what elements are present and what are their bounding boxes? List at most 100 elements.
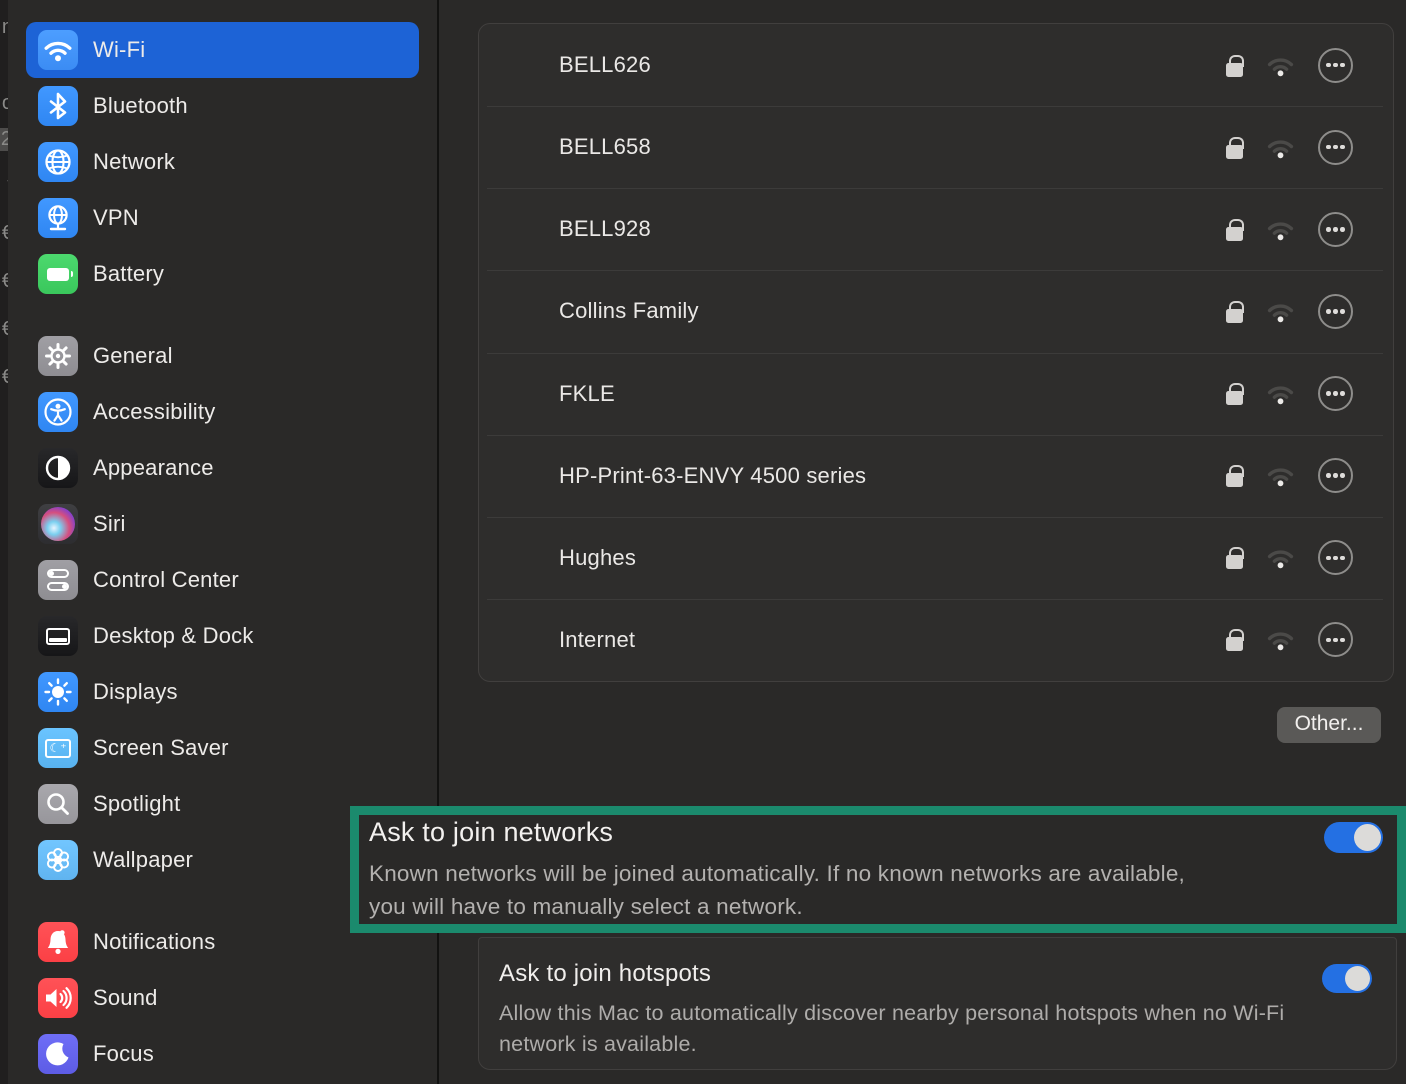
- lock-icon: [1226, 383, 1245, 406]
- focus-moon-icon: [38, 1034, 78, 1074]
- network-name: HP-Print-63-ENVY 4500 series: [559, 462, 867, 488]
- background-window-edge: n o 2 \ € € € €: [0, 0, 8, 1084]
- appearance-icon: [38, 448, 78, 488]
- network-row-icons: [1226, 211, 1353, 247]
- sidebar-item-label: Control Center: [93, 567, 239, 592]
- background-text-fragment: €: [1, 270, 8, 292]
- background-text-fragment: \: [7, 178, 8, 201]
- wifi-signal-icon: [1267, 304, 1294, 323]
- siri-icon: [38, 504, 78, 544]
- sidebar-item-appearance[interactable]: Appearance: [26, 440, 419, 496]
- more-options-button[interactable]: [1318, 540, 1353, 576]
- wifi-signal-icon: [1267, 140, 1294, 158]
- background-text-fragment: €: [1, 222, 8, 244]
- sidebar-item-displays[interactable]: Displays: [26, 664, 419, 720]
- network-row-icons: [1226, 129, 1353, 165]
- more-options-button[interactable]: [1318, 211, 1353, 247]
- network-row[interactable]: Internet: [479, 598, 1393, 681]
- network-name: Internet: [559, 626, 636, 652]
- network-row-icons: [1226, 540, 1353, 576]
- background-text-fragment: n: [1, 16, 8, 38]
- spotlight-magnifier-icon: [38, 784, 78, 824]
- sidebar-item-siri[interactable]: Siri: [26, 496, 419, 552]
- sidebar-item-screen-saver[interactable]: ☾⁺ Screen Saver: [26, 720, 419, 776]
- more-options-button[interactable]: [1318, 376, 1353, 412]
- lock-icon: [1226, 465, 1245, 488]
- sidebar-item-label: Focus: [93, 1041, 154, 1066]
- sound-speaker-icon: [38, 978, 78, 1018]
- vpn-globe-icon: [38, 198, 78, 238]
- network-row[interactable]: Collins Family: [479, 270, 1393, 352]
- accessibility-icon: [38, 392, 78, 432]
- toggle-knob: [1354, 824, 1381, 851]
- sidebar-item-desktop-dock[interactable]: Desktop & Dock: [26, 608, 419, 664]
- lock-icon: [1226, 629, 1245, 652]
- network-row[interactable]: BELL928: [479, 188, 1393, 270]
- lock-icon: [1226, 547, 1245, 570]
- desktop-dock-icon: [38, 616, 78, 656]
- sidebar-item-network[interactable]: Network: [26, 134, 419, 190]
- sidebar-item-label: Displays: [93, 679, 178, 704]
- network-row[interactable]: FKLE: [479, 352, 1393, 435]
- network-row[interactable]: BELL658: [479, 106, 1393, 188]
- ask-to-join-networks-annotated-row: Ask to join networks Known networks will…: [350, 806, 1406, 933]
- wifi-signal-icon: [1267, 468, 1294, 487]
- background-text-fragment: o: [1, 92, 8, 114]
- network-row-icons: [1226, 622, 1353, 658]
- wifi-signal-icon: [1267, 57, 1294, 76]
- lock-icon: [1226, 300, 1245, 323]
- ask-to-join-networks-toggle[interactable]: [1324, 822, 1383, 853]
- wifi-signal-icon: [1267, 550, 1294, 569]
- network-name: Hughes: [559, 544, 637, 570]
- network-row[interactable]: Hughes: [479, 516, 1393, 599]
- network-row-icons: [1226, 47, 1353, 83]
- battery-icon: [38, 254, 78, 294]
- network-row[interactable]: HP-Print-63-ENVY 4500 series: [479, 434, 1393, 517]
- sidebar-item-label: Network: [93, 149, 176, 174]
- toggle-knob: [1345, 966, 1370, 991]
- sidebar-item-label: Wi-Fi: [93, 37, 146, 62]
- sidebar-item-label: VPN: [93, 205, 139, 230]
- ask-to-join-hotspots-toggle[interactable]: [1322, 964, 1372, 993]
- sidebar-item-label: Appearance: [93, 455, 214, 480]
- sidebar-item-sound[interactable]: Sound: [26, 970, 419, 1026]
- lock-icon: [1226, 218, 1245, 241]
- displays-sun-icon: [38, 672, 78, 712]
- sidebar-item-label: Siri: [93, 511, 126, 536]
- more-options-button[interactable]: [1318, 458, 1353, 494]
- network-row-icons: [1226, 376, 1353, 412]
- sidebar-item-vpn[interactable]: VPN: [26, 190, 419, 246]
- ask-to-join-hotspots-title: Ask to join hotspots: [499, 960, 712, 987]
- sidebar-item-battery[interactable]: Battery: [26, 246, 419, 302]
- ask-to-join-hotspots-row: Ask to join hotspots Allow this Mac to a…: [478, 937, 1397, 1070]
- more-options-button[interactable]: [1318, 129, 1353, 165]
- network-name: BELL658: [559, 134, 651, 160]
- wifi-icon: [38, 30, 78, 70]
- wifi-network-list: BELL626 BELL658 BELL928 Collins Family F…: [478, 23, 1394, 682]
- wifi-signal-icon: [1267, 632, 1294, 651]
- network-row-icons: [1226, 293, 1353, 329]
- sidebar-item-label: Bluetooth: [93, 93, 188, 118]
- sidebar-item-general[interactable]: General: [26, 328, 419, 384]
- more-options-button[interactable]: [1318, 47, 1353, 83]
- network-globe-icon: [38, 142, 78, 182]
- more-options-button[interactable]: [1318, 293, 1353, 329]
- other-network-button[interactable]: Other...: [1277, 707, 1381, 743]
- sidebar-item-focus[interactable]: Focus: [26, 1026, 419, 1082]
- sidebar-item-label: Sound: [93, 985, 158, 1010]
- sidebar-item-label: Wallpaper: [93, 847, 194, 872]
- network-row[interactable]: BELL626: [479, 24, 1393, 106]
- sidebar-item-label: Notifications: [93, 929, 216, 954]
- sidebar-item-accessibility[interactable]: Accessibility: [26, 384, 419, 440]
- network-row-icons: [1226, 458, 1353, 494]
- more-options-button[interactable]: [1318, 622, 1353, 658]
- sidebar-item-wi-fi[interactable]: Wi-Fi: [26, 22, 419, 78]
- lock-icon: [1226, 136, 1245, 159]
- sidebar-item-bluetooth[interactable]: Bluetooth: [26, 78, 419, 134]
- sidebar-item-control-center[interactable]: Control Center: [26, 552, 419, 608]
- ask-to-join-networks-title: Ask to join networks: [369, 817, 614, 847]
- wifi-signal-icon: [1267, 386, 1294, 405]
- ask-to-join-networks-description: Known networks will be joined automatica…: [369, 861, 1185, 919]
- background-text-fragment: €: [1, 366, 8, 388]
- sidebar-item-label: Battery: [93, 261, 165, 286]
